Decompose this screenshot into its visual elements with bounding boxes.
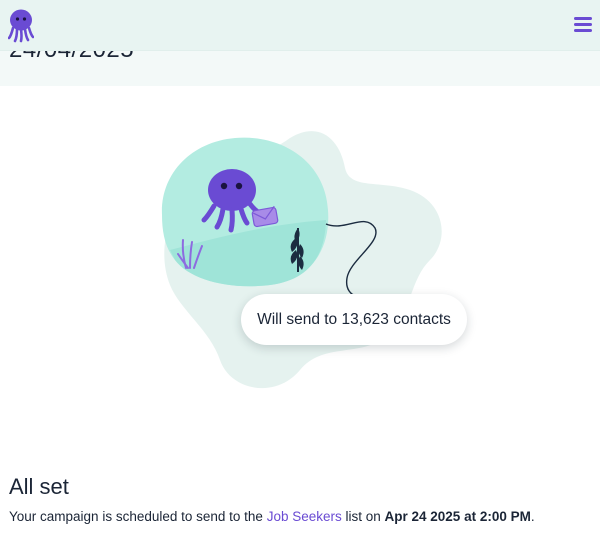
desc-suffix: . (530, 509, 535, 524)
list-link[interactable]: Job Seekers (267, 509, 342, 524)
top-nav (0, 0, 600, 51)
desc-middle: list on (341, 509, 385, 524)
send-count-badge: Will send to 13,623 contacts (241, 294, 467, 345)
status-heading: All set (9, 474, 69, 499)
menu-line (574, 29, 592, 32)
status-description: Your campaign is scheduled to send to th… (9, 509, 535, 524)
menu-line (574, 17, 592, 20)
octopus-logo-icon[interactable] (8, 9, 34, 43)
page: 24/04/2025 (0, 0, 600, 542)
menu-line (574, 23, 592, 26)
octopus-illustration (161, 131, 442, 389)
scheduled-time: Apr 24 2025 at 2:00 PM (384, 509, 531, 524)
desc-prefix: Your campaign is scheduled to send to th… (9, 509, 267, 524)
hamburger-menu-icon[interactable] (572, 13, 594, 35)
